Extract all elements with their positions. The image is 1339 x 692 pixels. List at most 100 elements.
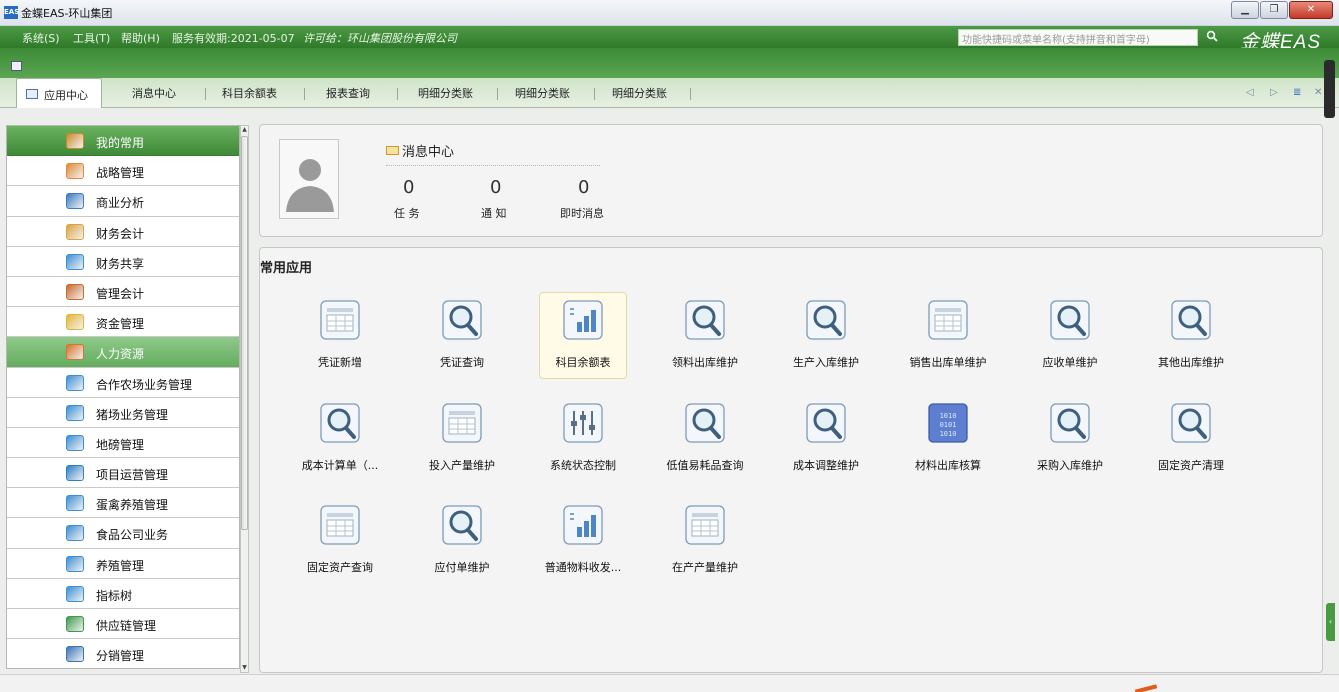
task-count[interactable]: 0 (403, 177, 414, 198)
sidebar-item[interactable]: 指标树 (7, 578, 239, 609)
app-label: 低值易耗品查询 (666, 459, 744, 472)
app-label: 凭证新增 (318, 356, 362, 369)
im-count[interactable]: 0 (578, 177, 589, 198)
app-label: 成本调整维护 (793, 459, 859, 472)
magnifier-icon (804, 403, 848, 443)
sidebar-item-label: 财务会计 (96, 226, 145, 241)
sidebar-item-label: 蛋禽养殖管理 (96, 498, 169, 513)
maximize-button[interactable]: ❐ (1260, 1, 1288, 19)
tab-app-center[interactable]: 应用中心 (16, 78, 102, 108)
message-center-title[interactable]: 消息中心 (386, 141, 454, 160)
tab-bar: 应用中心 消息中心 科目余额表 报表查询 明细分类账 明细分类账 明细分类账 ◁… (0, 78, 1339, 108)
sidebar-item[interactable]: 合作农场业务管理 (7, 367, 239, 398)
sidebar-item[interactable]: 管理会计 (7, 276, 239, 308)
app-label: 在产产量维护 (672, 561, 738, 574)
menu-system[interactable]: 系统(S) (22, 30, 60, 46)
app-label: 领料出库维护 (672, 356, 738, 369)
sidebar-item[interactable]: 地磅管理 (7, 427, 239, 459)
magnifier-icon (1048, 300, 1092, 340)
books-icon (66, 585, 84, 602)
sidebar-item[interactable]: 养殖管理 (7, 548, 239, 579)
sidebar-item[interactable]: 我的常用 (7, 126, 239, 157)
tab-separator (594, 88, 595, 100)
sidebar-scrollbar[interactable]: ▲ ▼ (240, 125, 249, 673)
menu-tools[interactable]: 工具(T) (73, 30, 110, 46)
tab-separator (690, 88, 691, 100)
sidebar-item[interactable]: 人力资源 (7, 337, 239, 368)
close-button[interactable]: ✕ (1289, 1, 1333, 19)
scroll-down-icon[interactable]: ▼ (241, 664, 248, 672)
collapse-panel-tab[interactable]: ‹ (1326, 603, 1335, 641)
sidebar-item[interactable]: 食品公司业务 (7, 518, 239, 549)
sidebar-item[interactable]: 商业分析 (7, 186, 239, 217)
app-label: 采购入库维护 (1037, 459, 1103, 472)
app-label: 凭证查询 (440, 356, 484, 369)
sidebar-item[interactable]: 财务会计 (7, 216, 239, 247)
app-label: 系统状态控制 (550, 459, 616, 472)
tab-separator (397, 88, 398, 100)
app-label: 普通物料收发... (544, 561, 622, 574)
sidebar-item-label: 养殖管理 (96, 558, 145, 573)
app-label: 固定资产清理 (1158, 459, 1224, 472)
title-bar: EAS 金蝶EAS-环山集团 ▁ ❐ ✕ (0, 0, 1339, 26)
message-center-label: 消息中心 (402, 145, 455, 160)
app-label: 科目余额表 (555, 356, 611, 369)
app-label: 生产入库维护 (793, 356, 859, 369)
tab-account-balance[interactable]: 科目余额表 (222, 85, 277, 101)
sidebar-item[interactable]: 战略管理 (7, 156, 239, 187)
sidebar-item[interactable]: 供应链管理 (7, 609, 239, 640)
magnifier-icon (804, 300, 848, 340)
sidebar-item[interactable]: 财务共享 (7, 246, 239, 277)
task-label: 任 务 (394, 207, 420, 220)
mail-icon (386, 146, 399, 155)
app-label: 材料出库核算 (915, 459, 981, 472)
sidebar-item[interactable]: 猪场业务管理 (7, 397, 239, 428)
bar-chart-icon (561, 300, 605, 340)
app-label: 成本计算单（... (301, 459, 379, 472)
notice-count[interactable]: 0 (490, 177, 501, 198)
app-tile[interactable]: 在产产量维护 (260, 248, 738, 574)
globe-icon (66, 616, 84, 632)
sidebar-item-label: 管理会计 (96, 286, 145, 301)
sidebar-item[interactable]: 分销管理 (7, 639, 239, 668)
tab-list-icon[interactable]: ≣ (1293, 87, 1301, 98)
pen-icon (66, 133, 84, 149)
tab-ledger-1[interactable]: 明细分类账 (418, 85, 473, 101)
im-label: 即时消息 (560, 207, 604, 220)
scroll-up-icon[interactable]: ▲ (241, 126, 248, 134)
magnifier-icon (683, 403, 727, 443)
tab-ledger-2[interactable]: 明细分类账 (515, 85, 570, 101)
tab-close-icon[interactable]: ✕ (1314, 87, 1322, 98)
project-icon (66, 465, 84, 482)
tab-label: 应用中心 (44, 89, 88, 102)
sidebar-item-label: 食品公司业务 (96, 528, 169, 543)
books-icon (66, 374, 84, 391)
tab-message-center[interactable]: 消息中心 (132, 85, 176, 101)
tab-ledger-3[interactable]: 明细分类账 (612, 85, 667, 101)
sidebar-item[interactable]: 项目运营管理 (7, 458, 239, 489)
tab-report-query[interactable]: 报表查询 (326, 85, 370, 101)
minimize-button[interactable]: ▁ (1231, 1, 1259, 19)
menu-help[interactable]: 帮助(H) (121, 30, 160, 46)
sidebar-item[interactable]: 资金管理 (7, 307, 239, 338)
avatar (279, 139, 339, 219)
side-handle[interactable] (1324, 60, 1335, 118)
books-icon (66, 555, 84, 572)
scrollbar-thumb[interactable] (241, 136, 248, 530)
app-label: 销售出库单维护 (909, 356, 987, 369)
window-controls: ▁ ❐ ✕ (1231, 1, 1333, 19)
coins-icon (66, 314, 84, 331)
sidebar-item-label: 猪场业务管理 (96, 407, 169, 422)
tab-scroll-right-icon[interactable]: ▷ (1270, 87, 1278, 98)
ledger-icon (66, 223, 84, 240)
sidebar-item[interactable]: 蛋禽养殖管理 (7, 488, 239, 519)
sidebar-item-label: 战略管理 (96, 166, 145, 181)
sidebar-item-label: 指标树 (96, 588, 133, 603)
magnifier-icon (683, 300, 727, 340)
divider (386, 165, 600, 166)
toolbar-edit-icon[interactable] (11, 61, 22, 71)
magnifier-icon (440, 505, 484, 545)
search-icon[interactable] (1206, 30, 1218, 42)
tab-scroll-left-icon[interactable]: ◁ (1246, 87, 1254, 98)
function-search-input[interactable]: 功能快捷码或菜单名称(支持拼音和首字母) (958, 29, 1198, 46)
